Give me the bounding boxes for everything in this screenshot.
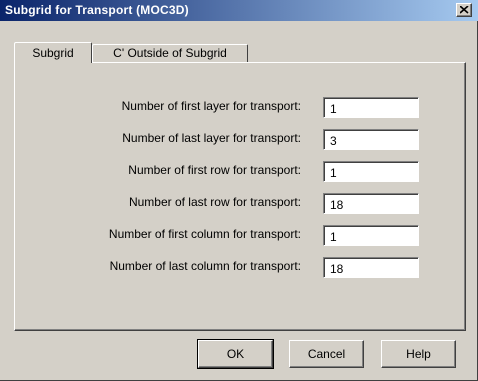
first-layer-input[interactable]: [323, 97, 419, 118]
last-row-label: Number of last row for transport:: [128, 195, 301, 209]
last-layer-label: Number of last layer for transport:: [122, 131, 301, 145]
tab-panel-subgrid: Number of first layer for transport: Num…: [14, 62, 466, 331]
close-button[interactable]: [456, 3, 472, 17]
cancel-button[interactable]: Cancel: [289, 340, 364, 368]
first-column-input[interactable]: [323, 225, 419, 246]
last-layer-input[interactable]: [323, 129, 419, 150]
first-row-input[interactable]: [323, 161, 419, 182]
first-column-label: Number of first column for transport:: [108, 227, 301, 241]
close-icon: [460, 6, 469, 14]
tab-subgrid[interactable]: Subgrid: [14, 42, 92, 63]
last-column-label: Number of last column for transport:: [109, 259, 301, 273]
window-title: Subgrid for Transport (MOC3D): [5, 3, 189, 17]
title-bar[interactable]: Subgrid for Transport (MOC3D): [0, 0, 478, 21]
last-row-input[interactable]: [323, 193, 419, 214]
tab-c-outside-of-subgrid[interactable]: C' Outside of Subgrid: [92, 44, 248, 62]
first-layer-label: Number of first layer for transport:: [121, 99, 301, 113]
first-row-label: Number of first row for transport:: [128, 163, 301, 177]
ok-button[interactable]: OK: [197, 339, 274, 369]
help-button[interactable]: Help: [381, 340, 456, 368]
dialog-window: Subgrid for Transport (MOC3D) Subgrid C'…: [0, 0, 478, 381]
last-column-input[interactable]: [323, 257, 419, 278]
